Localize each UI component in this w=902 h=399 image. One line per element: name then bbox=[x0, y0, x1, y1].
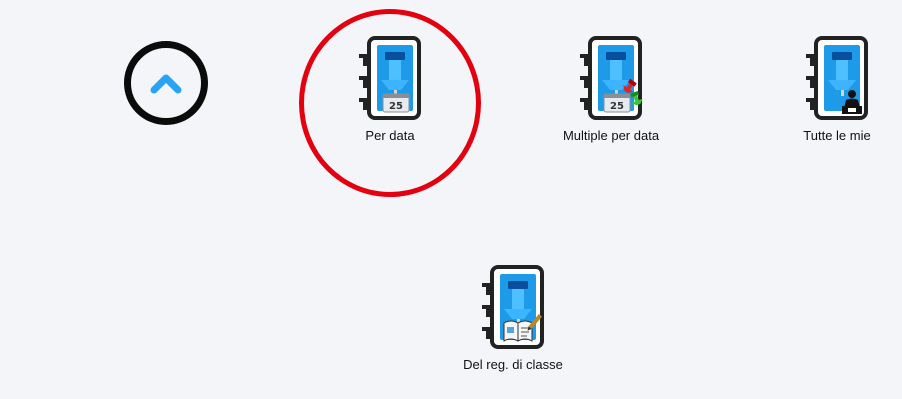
planner-pin-calendar-multiple-icon: 25 bbox=[580, 36, 643, 120]
option-label: Del reg. di classe bbox=[463, 357, 563, 372]
option-label: Multiple per data bbox=[562, 128, 660, 143]
planner-pin-class-register-icon bbox=[482, 265, 544, 349]
option-label: Per data bbox=[365, 128, 415, 143]
option-tutte-le-mie[interactable]: Tutte le mie bbox=[762, 34, 902, 143]
option-multiple-per-data[interactable]: 25 Multiple per data bbox=[536, 34, 686, 143]
planner-pin-calendar-icon: 25 bbox=[359, 36, 421, 120]
option-del-reg-di-classe[interactable]: Del reg. di classe bbox=[438, 263, 588, 372]
option-label: Tutte le mie bbox=[803, 128, 871, 143]
option-per-data[interactable]: 25 Per data bbox=[315, 34, 465, 143]
planner-pin-teacher-icon bbox=[806, 36, 868, 120]
chevron-up-icon bbox=[150, 74, 182, 94]
date-badge: 25 bbox=[389, 101, 403, 112]
scroll-up-button[interactable] bbox=[124, 41, 208, 125]
date-badge: 25 bbox=[610, 101, 624, 112]
